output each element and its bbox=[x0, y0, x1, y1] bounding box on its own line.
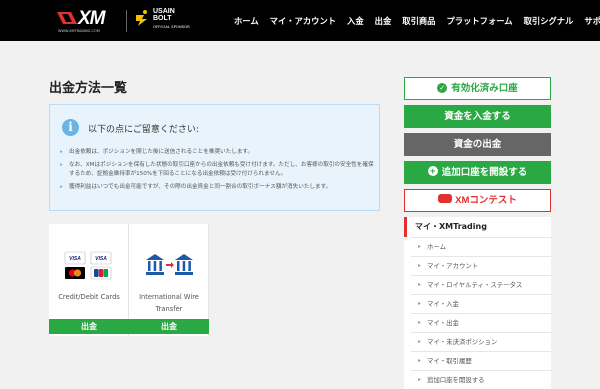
nav-item-instruments[interactable]: 取引商品 bbox=[402, 15, 435, 27]
sponsor-label: OFFICIAL SPONSOR bbox=[153, 24, 190, 29]
nav-item-platforms[interactable]: プラットフォーム bbox=[446, 15, 512, 27]
logo-text: XM bbox=[78, 8, 105, 29]
withdraw-button[interactable]: 資金の出金 bbox=[404, 133, 551, 156]
xm-contest-button[interactable]: XMコンテスト bbox=[404, 189, 551, 212]
notice-title: 以下の点にご留意ください: bbox=[88, 125, 199, 135]
menu-item-loyalty-status[interactable]: マイ・ロイヤルティ・ステータス bbox=[411, 275, 551, 294]
menu-item-trade-history[interactable]: マイ・取引履歴 bbox=[411, 351, 551, 370]
notice-item: 出金依頼は、ポジションを閉じた後に送信されることを推奨いたします。 bbox=[60, 148, 375, 157]
menu-item-open-positions[interactable]: マイ・未決済ポジション bbox=[411, 332, 551, 351]
xm-badge-icon bbox=[438, 194, 453, 203]
lightning-runner-icon bbox=[136, 10, 147, 26]
notice-list: 出金依頼は、ポジションを閉じた後に送信されることを推奨いたします。 なお、XMは… bbox=[60, 148, 375, 196]
nav-item-support[interactable]: サポート bbox=[584, 15, 600, 27]
notice-box: i 以下の点にご留意ください: 出金依頼は、ポジションを閉じた後に送信されること… bbox=[49, 104, 380, 211]
my-xm-menu: マイ・XMTrading ホーム マイ・アカウント マイ・ロイヤルティ・ステータ… bbox=[404, 217, 551, 389]
page-title: 出金方法一覧 bbox=[49, 81, 128, 96]
plus-icon: + bbox=[427, 166, 438, 176]
menu-title: マイ・XMTrading bbox=[404, 217, 551, 237]
withdraw-wire-button[interactable]: 出金 bbox=[129, 319, 209, 334]
header-divider bbox=[126, 10, 127, 32]
credit-cards-icon: VISA VISA bbox=[64, 251, 112, 280]
usain-bolt-sponsor-logo: USAIN BOLT OFFICIAL SPONSOR bbox=[134, 7, 196, 35]
top-navbar: XM WWW.XMTRADING.COM USAIN BOLT OFFICIAL … bbox=[0, 0, 600, 41]
nav-item-withdrawal[interactable]: 出金 bbox=[375, 15, 392, 27]
method-label: International Wire Transfer bbox=[139, 293, 199, 313]
menu-item-withdrawal[interactable]: マイ・出金 bbox=[411, 313, 551, 332]
withdraw-card-button[interactable]: 出金 bbox=[49, 319, 129, 334]
nav-item-my-account[interactable]: マイ・アカウント bbox=[270, 15, 336, 27]
method-card-credit-debit: VISA VISA Credit/Debit Cards 出金 bbox=[49, 224, 129, 336]
nav-item-home[interactable]: ホーム bbox=[234, 15, 259, 27]
sponsor-name: USAIN BOLT bbox=[153, 8, 175, 22]
xm-logo-mark-icon bbox=[57, 12, 77, 24]
menu-item-my-account[interactable]: マイ・アカウント bbox=[411, 256, 551, 275]
withdrawal-methods: VISA VISA Credit/Debit Cards 出金 Internat… bbox=[49, 224, 209, 336]
check-icon: ✓ bbox=[437, 83, 448, 93]
verified-account-badge[interactable]: ✓ 有効化済み口座 bbox=[404, 77, 551, 100]
menu-item-open-account[interactable]: 追加口座を開設する bbox=[411, 370, 551, 389]
deposit-button[interactable]: 資金を入金する bbox=[404, 105, 551, 128]
notice-item: 獲得利益はいつでも出金可能ですが、その際の出金資金と同一割合の取引ボーナス額が消… bbox=[60, 183, 375, 192]
nav-item-deposit[interactable]: 入金 bbox=[347, 15, 364, 27]
open-additional-account-button[interactable]: + 追加口座を開設する bbox=[404, 161, 551, 184]
menu-item-home[interactable]: ホーム bbox=[411, 237, 551, 256]
bank-transfer-icon bbox=[146, 254, 193, 275]
menu-item-deposit[interactable]: マイ・入金 bbox=[411, 294, 551, 313]
sidebar: ✓ 有効化済み口座 資金を入金する 資金の出金 + 追加口座を開設する XMコンテス… bbox=[404, 77, 551, 389]
svg-text:VISA: VISA bbox=[95, 256, 107, 262]
method-card-wire-transfer: International Wire Transfer 出金 bbox=[129, 224, 209, 336]
main-nav: ホーム マイ・アカウント 入金 出金 取引商品 プラットフォーム 取引シグナル … bbox=[234, 15, 600, 27]
svg-text:VISA: VISA bbox=[69, 256, 81, 262]
nav-item-trading-signals[interactable]: 取引シグナル bbox=[524, 15, 574, 27]
notice-item: なお、XMはポジションを保有した状態の取引口座からの出金依頼も受け付けます。ただ… bbox=[60, 161, 375, 179]
xm-logo[interactable]: XM WWW.XMTRADING.COM bbox=[56, 8, 118, 34]
logo-url: WWW.XMTRADING.COM bbox=[58, 29, 100, 33]
info-icon: i bbox=[62, 119, 79, 136]
method-label: Credit/Debit Cards bbox=[58, 293, 120, 301]
